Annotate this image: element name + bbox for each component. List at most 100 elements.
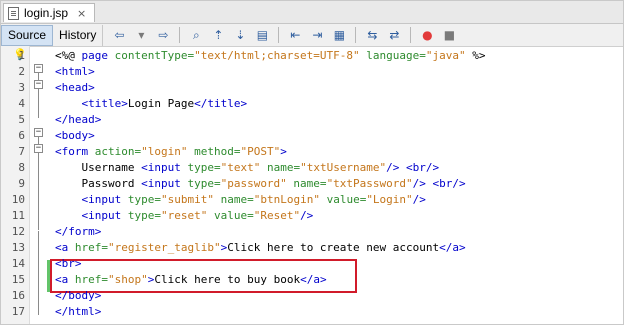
code-token: Password xyxy=(55,177,142,190)
code-line[interactable]: 16 </body> xyxy=(1,288,623,304)
code-token: value= xyxy=(207,209,254,222)
code-token: <br> xyxy=(55,257,82,270)
code-line[interactable]: 6 <body> xyxy=(1,128,623,144)
code-text: <input type="reset" value="Reset"/> xyxy=(55,208,314,224)
line-number: 12 xyxy=(11,225,25,238)
toggle-comment-icon[interactable]: ▦ xyxy=(331,27,347,43)
line-number: 1 xyxy=(18,49,25,62)
code-token: "java" xyxy=(425,49,466,62)
toggle-highlight-icon[interactable]: ▤ xyxy=(254,27,270,43)
toolbar-buttons: ⇦ ▾ ⇨ ⌕ ⇡ ⇣ ▤ ⇤ ⇥ ▦ ⇆ ⇄ ● ■ xyxy=(109,27,459,43)
code-token: <form xyxy=(55,145,95,158)
code-line[interactable]: 11 <input type="reset" value="Reset"/> xyxy=(1,208,623,224)
code-line[interactable]: 10 <input type="submit" name="btnLogin" … xyxy=(1,192,623,208)
line-number: 15 xyxy=(11,273,25,286)
code-token: language= xyxy=(359,49,426,62)
toolbar-separator xyxy=(179,27,181,43)
close-tab-icon[interactable]: × xyxy=(77,7,86,20)
code-line[interactable]: 3 <head> xyxy=(1,80,623,96)
code-text: </body> xyxy=(55,288,101,304)
code-line[interactable]: 14 <br> xyxy=(1,256,623,272)
code-line[interactable]: 1 <%@ page contentType="text/html;charset… xyxy=(1,48,623,64)
code-line[interactable]: 12 </form> xyxy=(1,224,623,240)
search-icon[interactable]: ⌕ xyxy=(188,27,204,43)
code-token: "Login" xyxy=(366,193,413,206)
code-token: </title> xyxy=(194,97,248,110)
code-text: </html> xyxy=(55,304,101,320)
uncomment-icon[interactable]: ⇆ xyxy=(364,27,380,43)
find-prev-icon[interactable]: ⇡ xyxy=(210,27,226,43)
code-token: page xyxy=(81,49,109,62)
code-token: "btnLogin" xyxy=(253,193,320,206)
tab-source[interactable]: Source xyxy=(1,24,54,46)
line-number: 6 xyxy=(18,129,25,142)
code-line[interactable]: 2 <html> xyxy=(1,64,623,80)
code-line[interactable]: 8 Username <input type="text" name="txtU… xyxy=(1,160,623,176)
code-line[interactable]: 7 <form action="login" method="POST"> xyxy=(1,144,623,160)
stop-macro-icon[interactable]: ■ xyxy=(441,27,457,43)
code-token: %> xyxy=(465,49,486,62)
dropdown-icon[interactable]: ▾ xyxy=(133,27,149,43)
code-token: Username xyxy=(55,161,142,174)
code-token: Click here to create new account xyxy=(227,241,440,254)
record-macro-icon[interactable]: ● xyxy=(419,27,435,43)
code-line[interactable]: 17 </html> xyxy=(1,304,623,320)
code-token: "Reset" xyxy=(253,209,301,222)
code-token: </a> xyxy=(300,273,327,286)
code-token: name= xyxy=(286,177,327,190)
code-token: Click here to buy book xyxy=(154,273,301,286)
code-token: href= xyxy=(74,241,108,254)
code-token: </form> xyxy=(55,225,102,238)
code-token: > xyxy=(280,145,287,158)
code-text: <html> xyxy=(55,64,95,80)
code-token: Login Page xyxy=(127,97,195,110)
line-number: 17 xyxy=(11,305,25,318)
code-token: <title> xyxy=(81,97,128,110)
tab-history[interactable]: History xyxy=(53,24,104,46)
file-tab[interactable]: login.jsp × xyxy=(3,3,96,22)
forward-dropdown-icon[interactable]: ⇨ xyxy=(155,27,171,43)
code-token: type= xyxy=(127,209,161,222)
code-token: method= xyxy=(187,145,241,158)
code-line[interactable]: 13 <a href="register_taglib">Click here t… xyxy=(1,240,623,256)
code-token: </a> xyxy=(439,241,466,254)
line-number: 13 xyxy=(11,241,25,254)
code-text: <title>Login Page</title> xyxy=(55,96,248,112)
code-line[interactable]: 9 Password <input type="password" name="… xyxy=(1,176,623,192)
code-token: <input xyxy=(141,161,188,174)
code-token: <a xyxy=(55,273,75,286)
code-token: </html> xyxy=(55,305,102,318)
code-token: <input xyxy=(141,177,188,190)
line-number: 9 xyxy=(18,177,25,190)
shift-right-icon[interactable]: ⇥ xyxy=(309,27,325,43)
code-token: <br/> xyxy=(406,161,440,174)
code-token: contentType= xyxy=(108,49,195,62)
toolbar-separator xyxy=(278,27,280,43)
line-number: 7 xyxy=(18,145,25,158)
code-line[interactable]: 15 <a href="shop">Click here to buy book<… xyxy=(1,272,623,288)
code-text: Username <input type="text" name="txtUse… xyxy=(55,160,439,176)
uncomment-icon[interactable]: ⇄ xyxy=(386,27,402,43)
editor-toolbar: Source History ⇦ ▾ ⇨ ⌕ ⇡ ⇣ ▤ ⇤ ⇥ ▦ ⇆ ⇄ ●… xyxy=(1,24,623,47)
code-token: <html> xyxy=(55,65,95,78)
code-token: "submit" xyxy=(160,193,214,206)
code-text: <input type="submit" name="btnLogin" val… xyxy=(55,192,426,208)
code-line[interactable]: 5 </head> xyxy=(1,112,623,128)
code-text: <form action="login" method="POST"> xyxy=(55,144,287,160)
code-token: /> xyxy=(412,193,426,206)
code-token: /> xyxy=(412,177,426,190)
code-token: <input xyxy=(81,209,128,222)
code-text: <a href="register_taglib">Click here to … xyxy=(55,240,466,256)
code-token: "text" xyxy=(220,161,261,174)
back-arrow-icon[interactable]: ⇦ xyxy=(111,27,127,43)
code-token: "shop" xyxy=(108,273,148,286)
code-line[interactable]: 4 <title>Login Page</title> xyxy=(1,96,623,112)
code-editor[interactable]: 💡 − − − − 1 <%@ page contentType="text/ht… xyxy=(1,46,623,324)
find-next-icon[interactable]: ⇣ xyxy=(232,27,248,43)
line-number: 8 xyxy=(18,161,25,174)
code-token: "register_taglib" xyxy=(108,241,221,254)
code-text: <a href="shop">Click here to buy book</a… xyxy=(55,272,327,288)
shift-left-icon[interactable]: ⇤ xyxy=(287,27,303,43)
